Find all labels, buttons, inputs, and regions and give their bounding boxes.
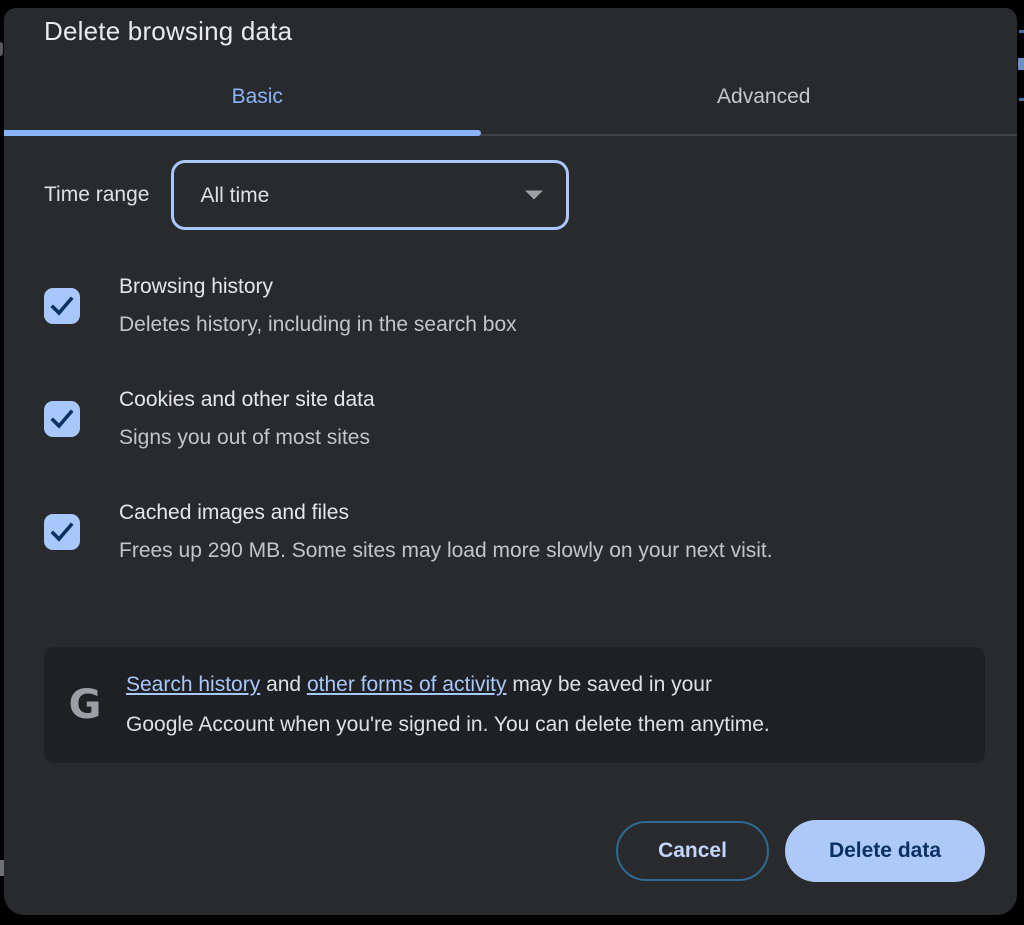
notice-text-segment: may be saved in your [507,673,712,696]
tab-bar: Basic Advanced [4,60,1017,136]
checkbox-text: Cached images and files Frees up 290 MB.… [119,498,985,565]
dialog-buttons: Cancel Delete data [44,820,985,915]
delete-data-button[interactable]: Delete data [785,820,985,882]
dialog-title: Delete browsing data [4,8,1017,46]
backdrop-fragment [1018,58,1024,70]
cookies-checkbox[interactable] [44,401,80,437]
active-tab-indicator [4,130,481,136]
google-g-icon: G [66,682,104,728]
time-range-row: Time range All time [44,160,985,230]
notice-text-segment: and [260,673,307,696]
time-range-select-wrap: All time [171,160,569,230]
other-forms-of-activity-link[interactable]: other forms of activity [307,673,507,696]
checkbox-label: Browsing history [119,272,985,302]
checkbox-text: Browsing history Deletes history, includ… [119,272,985,339]
time-range-label: Time range [44,183,149,207]
backdrop-fragment [1019,30,1024,33]
tab-advanced[interactable]: Advanced [511,60,1018,134]
checkbox-row-cached-images[interactable]: Cached images and files Frees up 290 MB.… [44,498,985,565]
google-account-notice: G Search history and other forms of acti… [44,647,985,763]
notice-text: Search history and other forms of activi… [126,665,770,745]
checkbox-description: Frees up 290 MB. Some sites may load mor… [119,537,985,565]
time-range-select[interactable]: All time [171,160,569,230]
checkbox-list: Browsing history Deletes history, includ… [44,272,985,611]
notice-line-1: Search history and other forms of activi… [126,665,770,705]
checkbox-description: Signs you out of most sites [119,424,985,452]
checkbox-row-browsing-history[interactable]: Browsing history Deletes history, includ… [44,272,985,339]
checkbox-label: Cookies and other site data [119,385,985,415]
cached-images-checkbox[interactable] [44,514,80,550]
delete-browsing-data-dialog: Delete browsing data Basic Advanced Time… [4,8,1017,915]
dialog-body: Time range All time Browsing history Del… [4,136,1017,915]
checkmark-icon [48,518,76,546]
checkbox-text: Cookies and other site data Signs you ou… [119,385,985,452]
notice-line-2: Google Account when you're signed in. Yo… [126,705,770,745]
tab-basic[interactable]: Basic [4,60,511,134]
checkmark-icon [48,405,76,433]
checkbox-label: Cached images and files [119,498,985,528]
backdrop-fragment [0,42,3,56]
checkbox-description: Deletes history, including in the search… [119,311,985,339]
backdrop-fragment [1019,98,1024,101]
search-history-link[interactable]: Search history [126,673,260,696]
cancel-button[interactable]: Cancel [616,821,769,881]
browsing-history-checkbox[interactable] [44,288,80,324]
checkmark-icon [48,292,76,320]
checkbox-row-cookies[interactable]: Cookies and other site data Signs you ou… [44,385,985,452]
